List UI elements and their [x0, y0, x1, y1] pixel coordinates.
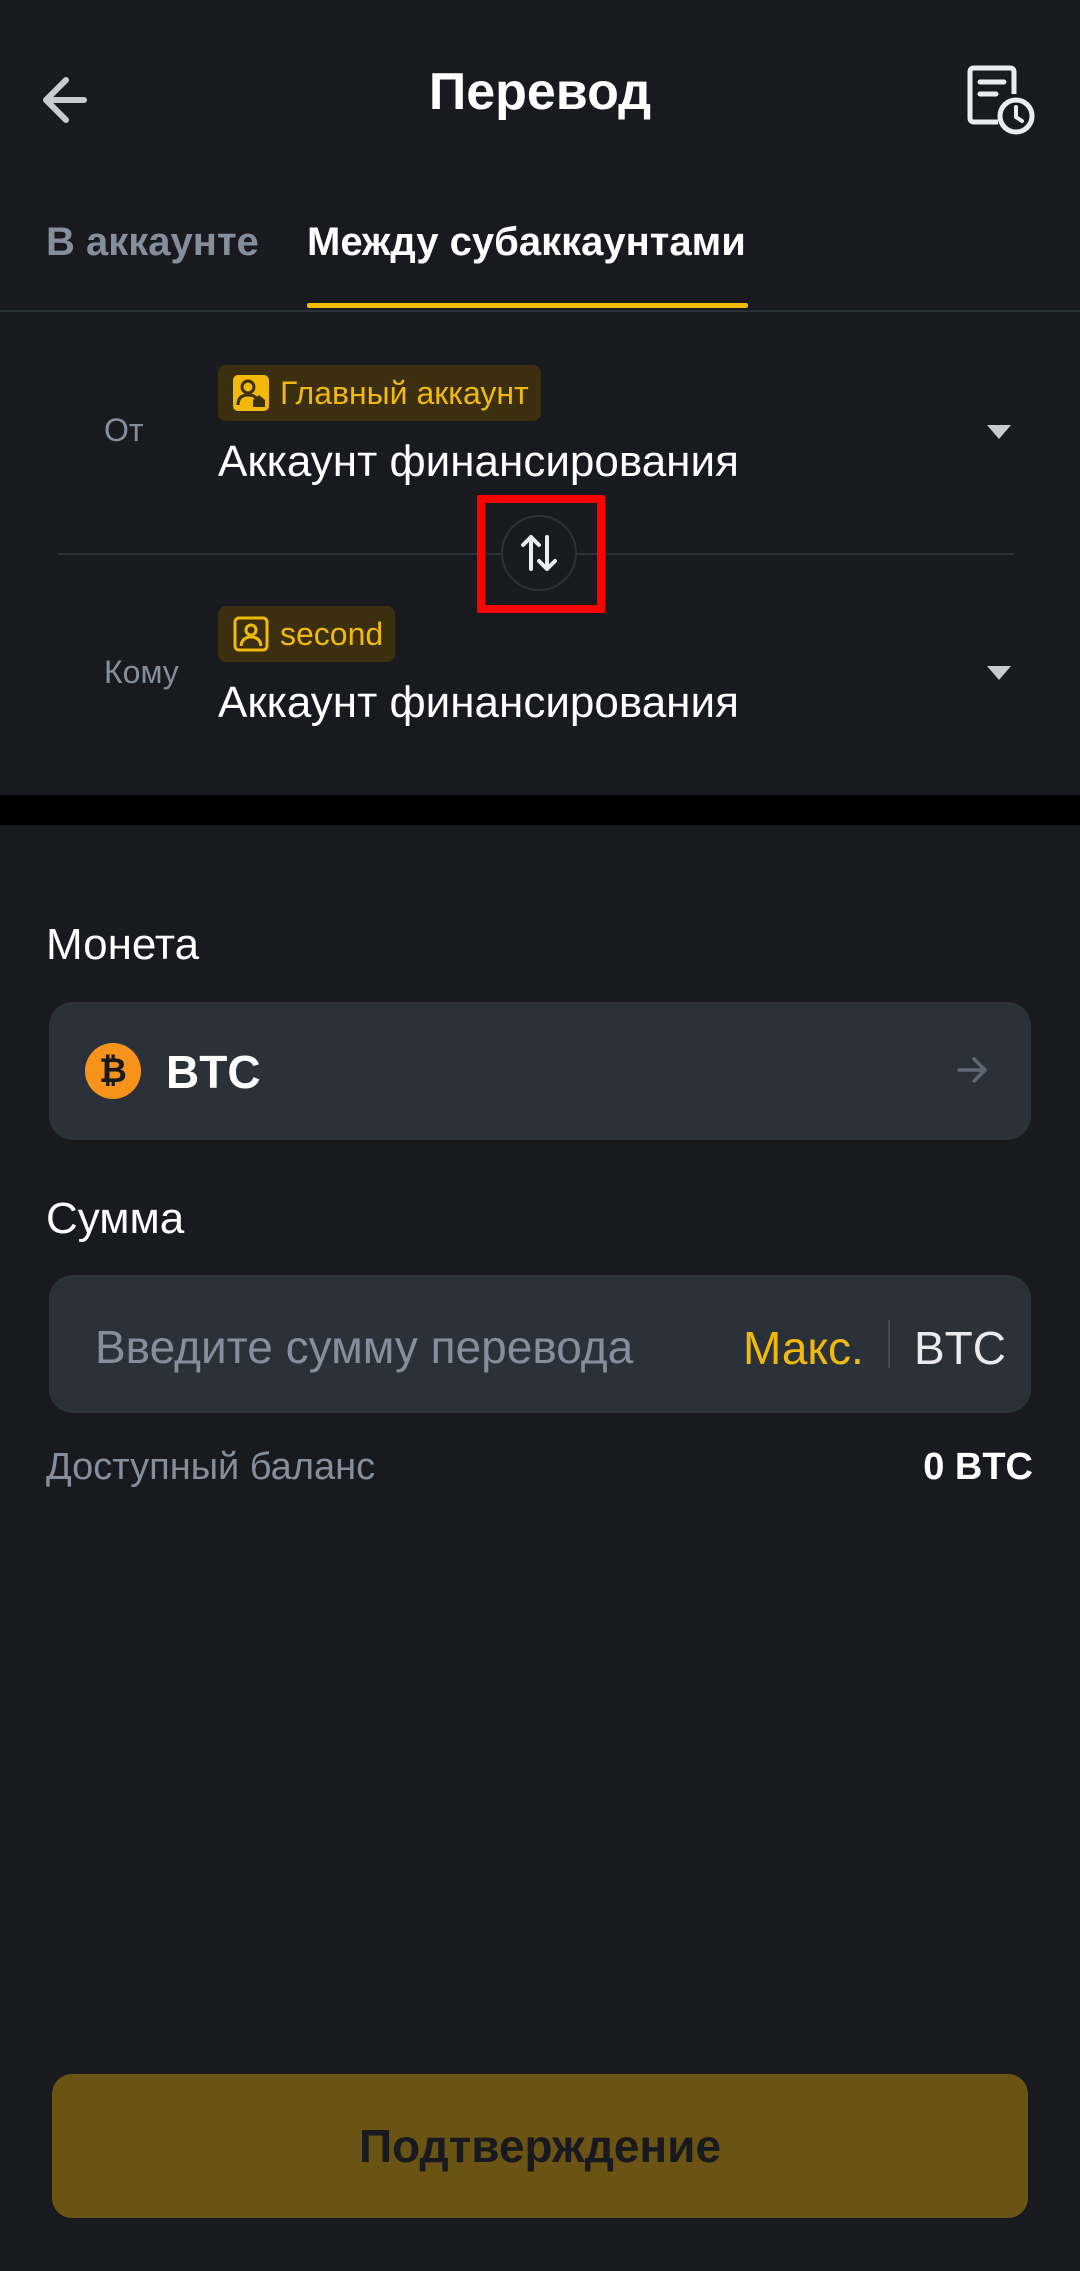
- page-title: Перевод: [428, 63, 652, 121]
- section-separator: [0, 795, 1080, 825]
- amount-unit: BTC: [914, 1322, 1006, 1374]
- arrow-right-icon: [955, 1052, 991, 1088]
- history-document-icon: [967, 65, 1035, 135]
- to-label: Кому: [104, 654, 179, 690]
- sub-account-tag-label: second: [280, 615, 384, 652]
- tab-between-subaccounts[interactable]: Между субаккаунтами: [307, 220, 746, 265]
- from-account-name: Аккаунт финансирования: [218, 437, 739, 486]
- main-account-tag-label: Главный аккаунт: [280, 374, 529, 411]
- from-dropdown-caret-icon: [987, 425, 1011, 439]
- to-account-selector[interactable]: second Аккаунт финансирования: [218, 606, 1062, 736]
- amount-divider: [888, 1320, 890, 1368]
- tabs-divider: [0, 310, 1080, 312]
- tab-in-account[interactable]: В аккаунте: [46, 220, 259, 265]
- available-balance-value: 0 BTC: [923, 1446, 1033, 1488]
- main-account-tag: Главный аккаунт: [218, 365, 541, 421]
- bitcoin-icon: ₿: [85, 1043, 141, 1099]
- amount-label: Сумма: [46, 1194, 185, 1243]
- highlight-frame: [477, 495, 605, 613]
- coin-label: Монета: [46, 920, 200, 969]
- sub-account-tag: second: [218, 606, 396, 662]
- to-account-name: Аккаунт финансирования: [218, 678, 739, 727]
- max-button[interactable]: Макс.: [743, 1321, 864, 1375]
- amount-input[interactable]: [95, 1320, 715, 1374]
- coin-value: BTC: [166, 1046, 261, 1098]
- sub-account-icon: [233, 616, 269, 652]
- from-label: От: [104, 412, 144, 448]
- confirm-button[interactable]: Подтверждение: [52, 2074, 1028, 2218]
- history-button[interactable]: [960, 60, 1040, 140]
- main-account-icon: [233, 375, 269, 411]
- available-balance-label: Доступный баланс: [46, 1446, 376, 1488]
- to-dropdown-caret-icon: [987, 666, 1011, 680]
- from-account-selector[interactable]: Главный аккаунт Аккаунт финансирования: [218, 365, 1062, 495]
- active-tab-indicator: [307, 303, 748, 308]
